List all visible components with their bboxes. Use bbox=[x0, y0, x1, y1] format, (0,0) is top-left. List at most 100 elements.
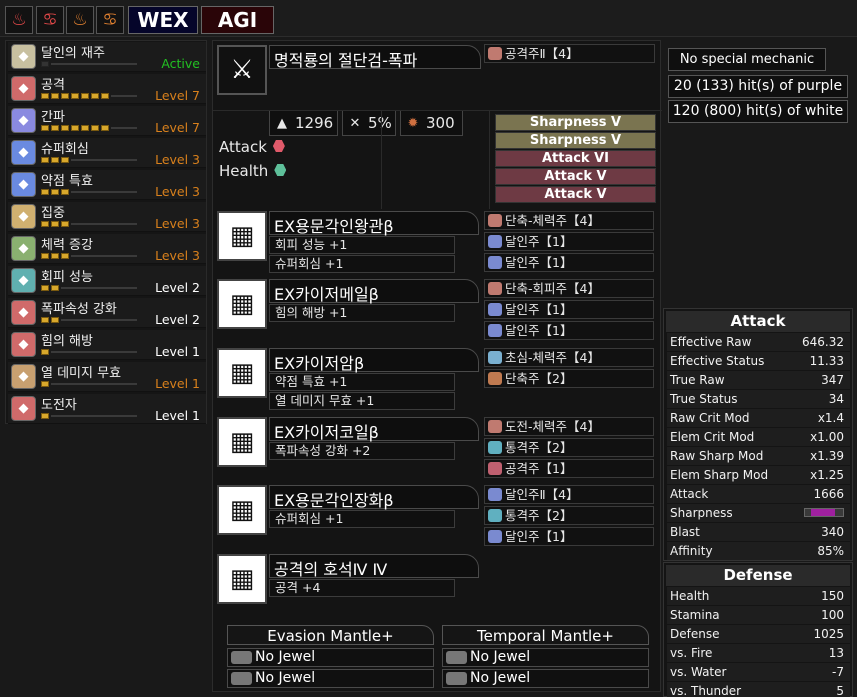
skill-level-pips bbox=[41, 348, 137, 355]
skill-row[interactable]: ◆ 힘의 해방 Level 1 bbox=[8, 330, 206, 360]
mod-label: Attack bbox=[219, 138, 267, 156]
helm-icon[interactable]: ▦ bbox=[217, 211, 267, 261]
deco-slot[interactable]: 공격주【1】 bbox=[484, 459, 654, 478]
weapon-bonus[interactable]: Sharpness V bbox=[495, 132, 656, 149]
deco-slot[interactable]: 단축-회피주【4】 bbox=[484, 279, 654, 298]
armor-skill: 회피 성능 +1 bbox=[269, 236, 455, 254]
skill-level: Level 7 bbox=[155, 88, 200, 103]
jewel-label: No Jewel bbox=[255, 670, 316, 686]
mantle-name[interactable]: Temporal Mantle+ bbox=[442, 625, 649, 645]
skill-row[interactable]: ◆ 달인의 재주 Active bbox=[8, 42, 206, 72]
skill-row[interactable]: ◆ 약점 특효 Level 3 bbox=[8, 170, 206, 200]
mantle-jewel-slot[interactable]: No Jewel bbox=[227, 669, 434, 688]
white-hits-info: 120 (800) hit(s) of white bbox=[668, 100, 848, 123]
deco-icon bbox=[488, 351, 502, 364]
level-pip bbox=[61, 220, 69, 227]
armor-name[interactable]: EX용문각인장화β bbox=[269, 485, 479, 510]
skill-level: Level 1 bbox=[155, 344, 200, 359]
skill-row[interactable]: ◆ 폭파속성 강화 Level 2 bbox=[8, 298, 206, 328]
deco-label: 달인주【1】 bbox=[505, 529, 573, 544]
armor-name[interactable]: 공격의 호석Ⅳ Ⅳ bbox=[269, 554, 479, 579]
deco-slot[interactable]: 단축-체력주【4】 bbox=[484, 211, 654, 230]
deco-label: 통격주【2】 bbox=[505, 440, 573, 455]
weapon-bonus[interactable]: Sharpness V bbox=[495, 114, 656, 131]
chest-icon[interactable]: ▦ bbox=[217, 279, 267, 329]
monster-icon-1[interactable]: ♨ bbox=[5, 6, 33, 34]
deco-icon bbox=[488, 256, 502, 269]
skill-name: 체력 증강 bbox=[41, 238, 93, 253]
armor-skill: 약점 특효 +1 bbox=[269, 373, 455, 391]
skill-row[interactable]: ◆ 공격 Level 7 bbox=[8, 74, 206, 104]
weapon-icon[interactable]: ⚔ bbox=[217, 45, 267, 95]
skill-row[interactable]: ◆ 열 데미지 무효 Level 1 bbox=[8, 362, 206, 392]
weakness-icon: ◆ bbox=[11, 172, 36, 197]
level-pip bbox=[71, 92, 79, 99]
charm-icon[interactable]: ▦ bbox=[217, 554, 267, 604]
skill-row[interactable]: ◆ 슈퍼회심 Level 3 bbox=[8, 138, 206, 168]
attack-stat-row: Blast 340 bbox=[667, 523, 850, 541]
armor-name[interactable]: EX카이저코일β bbox=[269, 417, 479, 442]
monster-icon-3[interactable]: ♨ bbox=[66, 6, 94, 34]
level-pip bbox=[51, 252, 59, 259]
monster-icon-2[interactable]: ♋ bbox=[36, 6, 64, 34]
skill-name: 공격 bbox=[41, 78, 65, 93]
mantle-jewel-slot[interactable]: No Jewel bbox=[442, 648, 649, 667]
mantle-jewel-slot[interactable]: No Jewel bbox=[442, 669, 649, 688]
weapon-bonus[interactable]: Attack V bbox=[495, 168, 656, 185]
expert-icon: ◆ bbox=[11, 44, 36, 69]
mantle-name[interactable]: Evasion Mantle+ bbox=[227, 625, 434, 645]
deco-slot[interactable]: 통격주【2】 bbox=[484, 506, 654, 525]
deco-slot[interactable]: 통격주【2】 bbox=[484, 438, 654, 457]
agi-button[interactable]: AGI bbox=[201, 6, 274, 34]
deco-slot[interactable]: 달인주【1】 bbox=[484, 300, 654, 319]
blast-icon: ◆ bbox=[11, 300, 36, 325]
deco-slot[interactable]: 달인주【1】 bbox=[484, 321, 654, 340]
weapon-deco-slot[interactable]: 공격주Ⅱ【4】 bbox=[484, 44, 655, 63]
armor-name[interactable]: EX카이저메일β bbox=[269, 279, 479, 304]
legs-icon[interactable]: ▦ bbox=[217, 485, 267, 535]
skill-level: Level 1 bbox=[155, 408, 200, 423]
level-pip bbox=[71, 124, 79, 131]
pip-track bbox=[51, 350, 137, 353]
pip-track bbox=[51, 414, 137, 417]
weapon-bonus[interactable]: Attack V bbox=[495, 186, 656, 203]
skill-row[interactable]: ◆ 집중 Level 3 bbox=[8, 202, 206, 232]
divider bbox=[381, 111, 382, 209]
skill-row[interactable]: ◆ 회피 성능 Level 2 bbox=[8, 266, 206, 296]
deco-slot[interactable]: 달인주Ⅱ【4】 bbox=[484, 485, 654, 504]
monster-icon-4[interactable]: ♋ bbox=[96, 6, 124, 34]
level-pip bbox=[101, 124, 109, 131]
deco-icon bbox=[488, 441, 502, 454]
deco-slot[interactable]: 달인주【1】 bbox=[484, 527, 654, 546]
app-root: { "topbar": { "icons": ["monster-icon-1"… bbox=[0, 0, 857, 697]
attack-icon: ◆ bbox=[11, 76, 36, 101]
armor-name[interactable]: EX용문각인왕관β bbox=[269, 211, 479, 236]
skill-row[interactable]: ◆ 도전자 Level 1 bbox=[8, 394, 206, 424]
jewel-slot-icon bbox=[231, 651, 252, 664]
armor-name[interactable]: EX카이저암β bbox=[269, 348, 479, 373]
mantle-jewel-slot[interactable]: No Jewel bbox=[227, 648, 434, 667]
deco-slot[interactable]: 초심-체력주【4】 bbox=[484, 348, 654, 367]
deco-slot[interactable]: 도전-체력주【4】 bbox=[484, 417, 654, 436]
skill-row[interactable]: ◆ 간파 Level 7 bbox=[8, 106, 206, 136]
wex-button[interactable]: WEX bbox=[128, 6, 198, 34]
level-pip bbox=[51, 188, 59, 195]
agitator-icon: ◆ bbox=[11, 396, 36, 421]
deco-slot[interactable]: 달인주【1】 bbox=[484, 232, 654, 251]
level-pip bbox=[41, 284, 49, 291]
mod-row: Health bbox=[219, 162, 287, 180]
stat-value: 5 bbox=[836, 684, 844, 697]
attack-stat-row: Effective Raw 646.32 bbox=[667, 333, 850, 351]
skill-name: 열 데미지 무효 bbox=[41, 366, 122, 381]
waist-icon[interactable]: ▦ bbox=[217, 417, 267, 467]
sharpness-bar bbox=[804, 508, 844, 517]
weapon-name[interactable]: 명적룡의 절단검-폭파 bbox=[269, 45, 481, 70]
skill-level: Level 3 bbox=[155, 152, 200, 167]
deco-slot[interactable]: 달인주【1】 bbox=[484, 253, 654, 272]
arms-icon[interactable]: ▦ bbox=[217, 348, 267, 398]
level-pip bbox=[51, 284, 59, 291]
weapon-bonus[interactable]: Attack VI bbox=[495, 150, 656, 167]
stat-value: 347 bbox=[821, 373, 844, 387]
skill-row[interactable]: ◆ 체력 증강 Level 3 bbox=[8, 234, 206, 264]
deco-slot[interactable]: 단축주【2】 bbox=[484, 369, 654, 388]
